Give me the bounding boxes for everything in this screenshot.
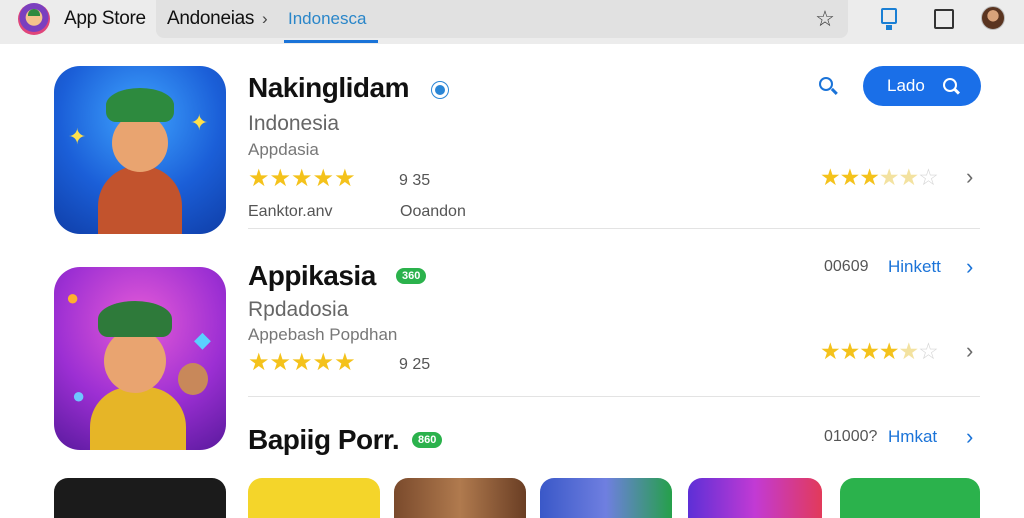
sparkle-icon: ✦ [68, 124, 87, 149]
app-title: App Store [64, 8, 146, 29]
rating-stars-right: ★★★★★☆ [820, 164, 939, 190]
chevron-right-icon[interactable]: › [966, 338, 973, 364]
rating-stars: ★★★★★ [248, 165, 356, 192]
rating-value: 9 35 [399, 172, 431, 189]
app-name[interactable]: Appikasia [248, 260, 376, 292]
avatar[interactable] [981, 6, 1005, 30]
app-thumbnail[interactable] [840, 478, 980, 518]
app-name[interactable]: Bapiig Porr. [248, 424, 400, 456]
sparkle-icon: ✦ [190, 110, 209, 135]
search-button-label: Lado [887, 76, 925, 95]
active-tab-underline [284, 40, 378, 43]
sparkle-icon: ● [66, 285, 80, 310]
app-store-logo-icon[interactable] [18, 3, 50, 35]
app-meta-left: Eanktor.anv [248, 203, 333, 220]
star-icon[interactable]: ☆ [812, 6, 838, 32]
divider [248, 228, 980, 229]
app-name[interactable]: Nakinglidam [248, 72, 409, 104]
breadcrumb-item[interactable]: Andoneias [167, 8, 254, 30]
app-meta-right: Ooandon [400, 203, 466, 220]
window-icon[interactable] [934, 9, 954, 29]
verified-badge-icon [432, 82, 448, 98]
device-icon[interactable] [878, 7, 900, 31]
rating-value: 9 25 [399, 356, 431, 373]
app-thumbnail[interactable] [248, 478, 380, 518]
app-badge: 360 [396, 268, 427, 284]
chevron-right-icon[interactable]: › [966, 254, 973, 280]
search-icon[interactable] [818, 76, 840, 98]
app-link[interactable]: Hmkat [888, 427, 937, 447]
top-bar: App Store Andoneias › Indonesca ☆ [0, 0, 1024, 44]
rating-stars: ★★★★★ [248, 349, 356, 376]
download-count: 00609 [824, 258, 869, 275]
app-subtitle: Rpdadosia [248, 298, 349, 321]
app-category: Appdasia [248, 140, 319, 159]
app-thumbnail[interactable] [540, 478, 672, 518]
chevron-right-icon[interactable]: › [966, 164, 973, 190]
search-button[interactable]: Lado [863, 66, 981, 106]
app-badge: 860 [412, 432, 443, 448]
app-icon[interactable]: ✦ ✦ [54, 66, 226, 234]
rating-stars-right: ★★★★★☆ [820, 338, 939, 364]
breadcrumb-separator: › [262, 9, 268, 28]
app-icon[interactable]: ● ● ◆ [54, 267, 226, 450]
app-thumbnail[interactable] [54, 478, 226, 518]
app-category: Appebash Popdhan [248, 325, 398, 344]
app-thumbnail[interactable] [688, 478, 822, 518]
chevron-right-icon[interactable]: › [966, 424, 973, 450]
tab-strip [156, 0, 848, 38]
gem-icon: ◆ [194, 327, 211, 352]
orb-icon: ● [72, 383, 86, 408]
app-link[interactable]: Hinkett [888, 257, 941, 277]
divider [248, 396, 980, 397]
app-subtitle: Indonesia [248, 112, 340, 135]
tab-active[interactable]: Indonesca [288, 9, 366, 29]
app-thumbnail[interactable] [394, 478, 526, 518]
download-count: 01000? [824, 428, 878, 445]
